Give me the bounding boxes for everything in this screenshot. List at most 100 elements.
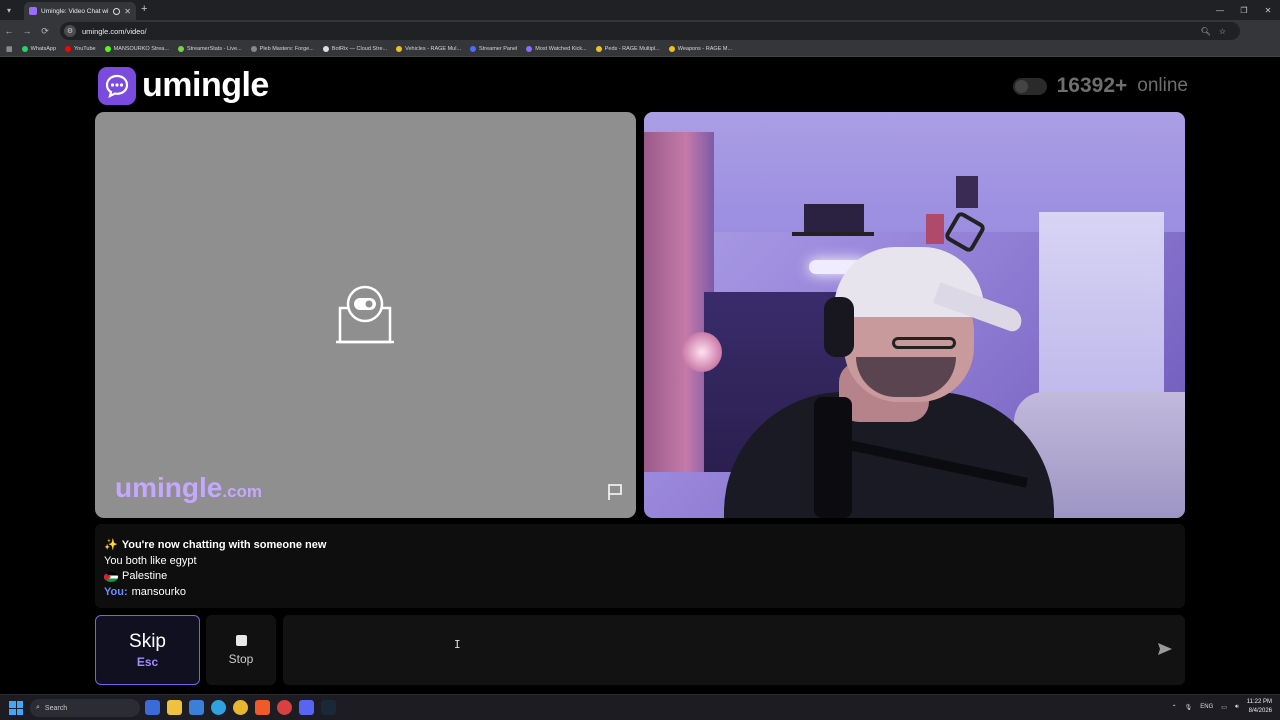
address-bar[interactable]: ⚙ umingle.com/video/ 🔍︎ ☆: [60, 22, 1240, 40]
volume-icon[interactable]: 🔊︎: [1235, 704, 1239, 711]
bookmarks-bar: ▦ WhatsApp YouTube MANSOURKO Strea... Strea…: [0, 42, 1280, 57]
clock[interactable]: 11:22 PM 8/4/2026: [1247, 698, 1272, 716]
zoom-icon[interactable]: 🔍︎: [1201, 27, 1211, 36]
search-icon: ⌕: [36, 704, 40, 711]
recording-icon: [113, 7, 121, 15]
bookmark-label: Vehicles - RAGE Mul...: [405, 46, 462, 52]
bookmark-star-icon[interactable]: ☆: [1219, 27, 1226, 36]
bookmark-label: Pleb Masters: Forge...: [259, 46, 314, 52]
chat-system-message: You both like egypt: [104, 554, 1176, 570]
bookmark-item[interactable]: WhatsApp: [21, 46, 56, 52]
webcam-poster: [956, 176, 978, 208]
bookmark-item[interactable]: YouTube: [65, 46, 96, 52]
taskbar-search[interactable]: ⌕ Search: [30, 699, 140, 717]
chat-bubble-icon: [98, 66, 136, 105]
chat-log: ✨ You're now chatting with someone new Y…: [95, 524, 1185, 608]
forward-icon[interactable]: →: [18, 20, 36, 42]
send-icon[interactable]: [1157, 641, 1173, 662]
bookmark-label: Peds - RAGE Multipl...: [604, 46, 660, 52]
bookmark-label: WhatsApp: [30, 46, 56, 52]
bookmark-label: Streamer Panel: [479, 46, 518, 52]
tab-search-icon[interactable]: ▾: [0, 0, 18, 20]
text-cursor-icon: I: [454, 638, 461, 651]
network-icon[interactable]: ▭: [1221, 704, 1227, 711]
skip-button[interactable]: Skip Esc: [95, 615, 200, 685]
umingle-page: umingle 16392+ online umingle .com ✨ You…: [0, 58, 1280, 694]
apps-grid-icon[interactable]: ▦: [6, 45, 13, 53]
skip-button-label: Skip: [129, 631, 166, 652]
clock-date: 8/4/2026: [1248, 708, 1272, 714]
bookmark-label: YouTube: [74, 46, 96, 52]
brave-icon[interactable]: [255, 700, 270, 715]
webcam-microphone: [814, 397, 852, 518]
favicon-icon: [29, 7, 37, 15]
address-toolbar: ← → ⟳ ⚙ umingle.com/video/ 🔍︎ ☆ ◉ ⋮: [0, 20, 1280, 56]
bookmark-item[interactable]: Streamer Panel: [470, 46, 517, 52]
webcam-person-glasses: [892, 337, 956, 349]
palestine-flag-icon: [104, 572, 118, 583]
language-indicator[interactable]: ENG: [1200, 704, 1213, 710]
bookmark-favicon-icon: [322, 46, 329, 52]
theme-toggle[interactable]: [1012, 77, 1047, 95]
sparkle-icon: ✨: [104, 539, 118, 551]
reload-icon[interactable]: ⟳: [36, 20, 54, 42]
skip-shortcut-key: Esc: [136, 655, 159, 669]
logo[interactable]: umingle: [98, 66, 269, 105]
bookmark-label: Most Watched Kick...: [535, 46, 587, 52]
chat-speaker-label: You:: [104, 586, 128, 599]
file-explorer-icon[interactable]: [167, 700, 182, 715]
new-tab-icon[interactable]: +: [141, 3, 147, 15]
mic-icon[interactable]: 🎙︎: [1185, 704, 1193, 711]
steam-icon[interactable]: [321, 700, 336, 715]
browser-tab[interactable]: Umingle: Video Chat with S ✕: [24, 2, 136, 20]
bookmark-item[interactable]: MANSOURKO Strea...: [104, 46, 169, 52]
minimize-icon[interactable]: —: [1208, 0, 1232, 20]
bookmark-item[interactable]: StreamerStats - Live...: [177, 46, 242, 52]
system-tray: ⌃ 🎙︎ ENG ▭ 🔊︎ 11:22 PM 8/4/2026: [1172, 698, 1272, 716]
stranger-video: umingle .com: [95, 112, 636, 518]
stop-icon: [235, 634, 247, 646]
chat-country-message: Palestine: [104, 569, 1176, 585]
webcam-lamp: [682, 332, 722, 372]
chat-message-text: You both like egypt: [104, 554, 197, 567]
bookmark-label: MANSOURKO Strea...: [113, 46, 169, 52]
widgets-icon[interactable]: [145, 700, 160, 715]
bookmark-item[interactable]: Pleb Masters: Forge...: [250, 46, 314, 52]
bookmark-item[interactable]: BotRix — Cloud Stre...: [322, 46, 388, 52]
webcam-headphones: [824, 297, 854, 357]
tray-chevron-icon[interactable]: ⌃: [1172, 704, 1177, 711]
tab-close-icon[interactable]: ✕: [124, 7, 131, 16]
site-info-icon[interactable]: ⚙: [64, 25, 76, 37]
no-camera-icon: [336, 285, 394, 344]
discord-icon[interactable]: [299, 700, 314, 715]
bookmark-favicon-icon: [65, 46, 71, 52]
report-flag-icon[interactable]: [606, 483, 624, 506]
bookmark-item[interactable]: Vehicles - RAGE Mul...: [396, 46, 461, 52]
message-input[interactable]: [295, 633, 1135, 667]
obs-icon[interactable]: [277, 700, 292, 715]
url-text[interactable]: umingle.com/video/: [82, 27, 147, 36]
chat-message-text: You're now chatting with someone new: [121, 539, 327, 551]
bookmark-favicon-icon: [526, 46, 533, 52]
tab-title: Umingle: Video Chat with S: [41, 7, 109, 15]
bookmark-favicon-icon: [668, 46, 675, 52]
chat-message-text: Palestine: [122, 570, 168, 583]
windows-start-icon[interactable]: [9, 701, 23, 715]
chrome-icon[interactable]: [233, 700, 248, 715]
online-label: online: [1137, 75, 1188, 96]
browser-tab-bar: ▾ Umingle: Video Chat with S ✕ + — ❐ ✕: [0, 0, 1280, 20]
stop-button[interactable]: Stop: [206, 615, 276, 685]
bookmark-favicon-icon: [250, 46, 257, 52]
bookmark-item[interactable]: Peds - RAGE Multipl...: [595, 46, 660, 52]
back-icon[interactable]: ←: [0, 20, 18, 42]
restore-icon[interactable]: ❐: [1232, 0, 1256, 20]
bookmark-item[interactable]: Weapons - RAGE M...: [668, 46, 732, 52]
bookmark-label: StreamerStats - Live...: [186, 46, 242, 52]
bookmark-label: BotRix — Cloud Stre...: [331, 46, 388, 52]
window-close-icon[interactable]: ✕: [1256, 0, 1280, 20]
bookmark-favicon-icon: [470, 46, 477, 52]
bookmark-item[interactable]: Most Watched Kick...: [526, 46, 587, 52]
edge-icon[interactable]: [211, 700, 226, 715]
clock-time: 11:22 PM: [1246, 699, 1272, 705]
mail-icon[interactable]: [189, 700, 204, 715]
